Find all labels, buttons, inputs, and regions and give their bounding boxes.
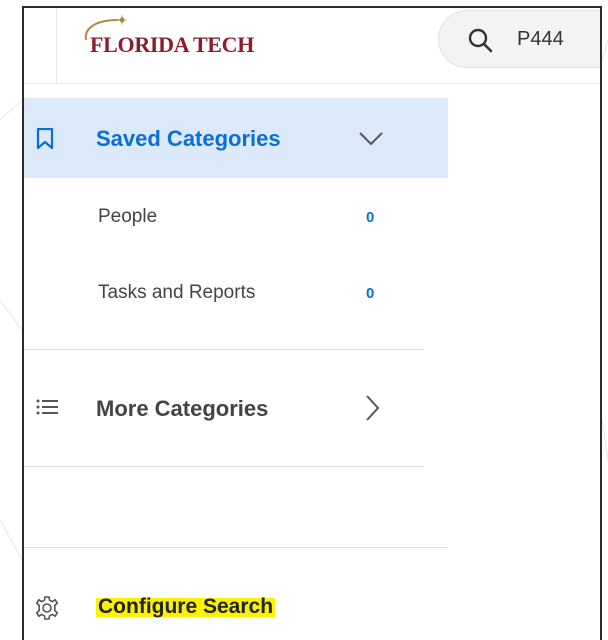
more-categories-label: More Categories (96, 396, 269, 421)
saved-categories-header[interactable]: Saved Categories (24, 98, 448, 178)
search-icon[interactable] (467, 27, 493, 53)
top-bar: FLORIDA TECH P444 (24, 8, 600, 84)
search-query-text: P444 (517, 28, 564, 50)
header-divider (56, 8, 57, 84)
search-input[interactable]: P444 (438, 10, 600, 68)
list-icon (36, 399, 58, 415)
gear-icon (35, 596, 59, 620)
more-categories-header[interactable]: More Categories (24, 368, 448, 448)
divider (24, 547, 448, 548)
category-item-people[interactable]: People 0 (24, 188, 448, 248)
divider (24, 466, 424, 467)
category-item-label: People (98, 206, 158, 227)
configure-search-label: Configure Search (96, 595, 276, 619)
category-item-label: Tasks and Reports (98, 282, 256, 303)
chevron-right-icon[interactable] (364, 394, 380, 422)
saved-categories-label: Saved Categories (96, 126, 281, 151)
chevron-down-icon[interactable] (358, 128, 384, 148)
bookmark-icon (36, 128, 54, 150)
category-item-count: 0 (366, 285, 375, 302)
divider (24, 349, 424, 350)
category-item-tasks-and-reports[interactable]: Tasks and Reports 0 (24, 264, 448, 324)
florida-tech-logo[interactable]: FLORIDA TECH (82, 14, 254, 64)
configure-search-link[interactable]: Configure Search (24, 578, 448, 640)
search-panel: FLORIDA TECH P444 Saved Categories Peopl… (22, 6, 602, 640)
logo-text: FLORIDA TECH (90, 32, 255, 57)
category-item-count: 0 (366, 209, 375, 226)
